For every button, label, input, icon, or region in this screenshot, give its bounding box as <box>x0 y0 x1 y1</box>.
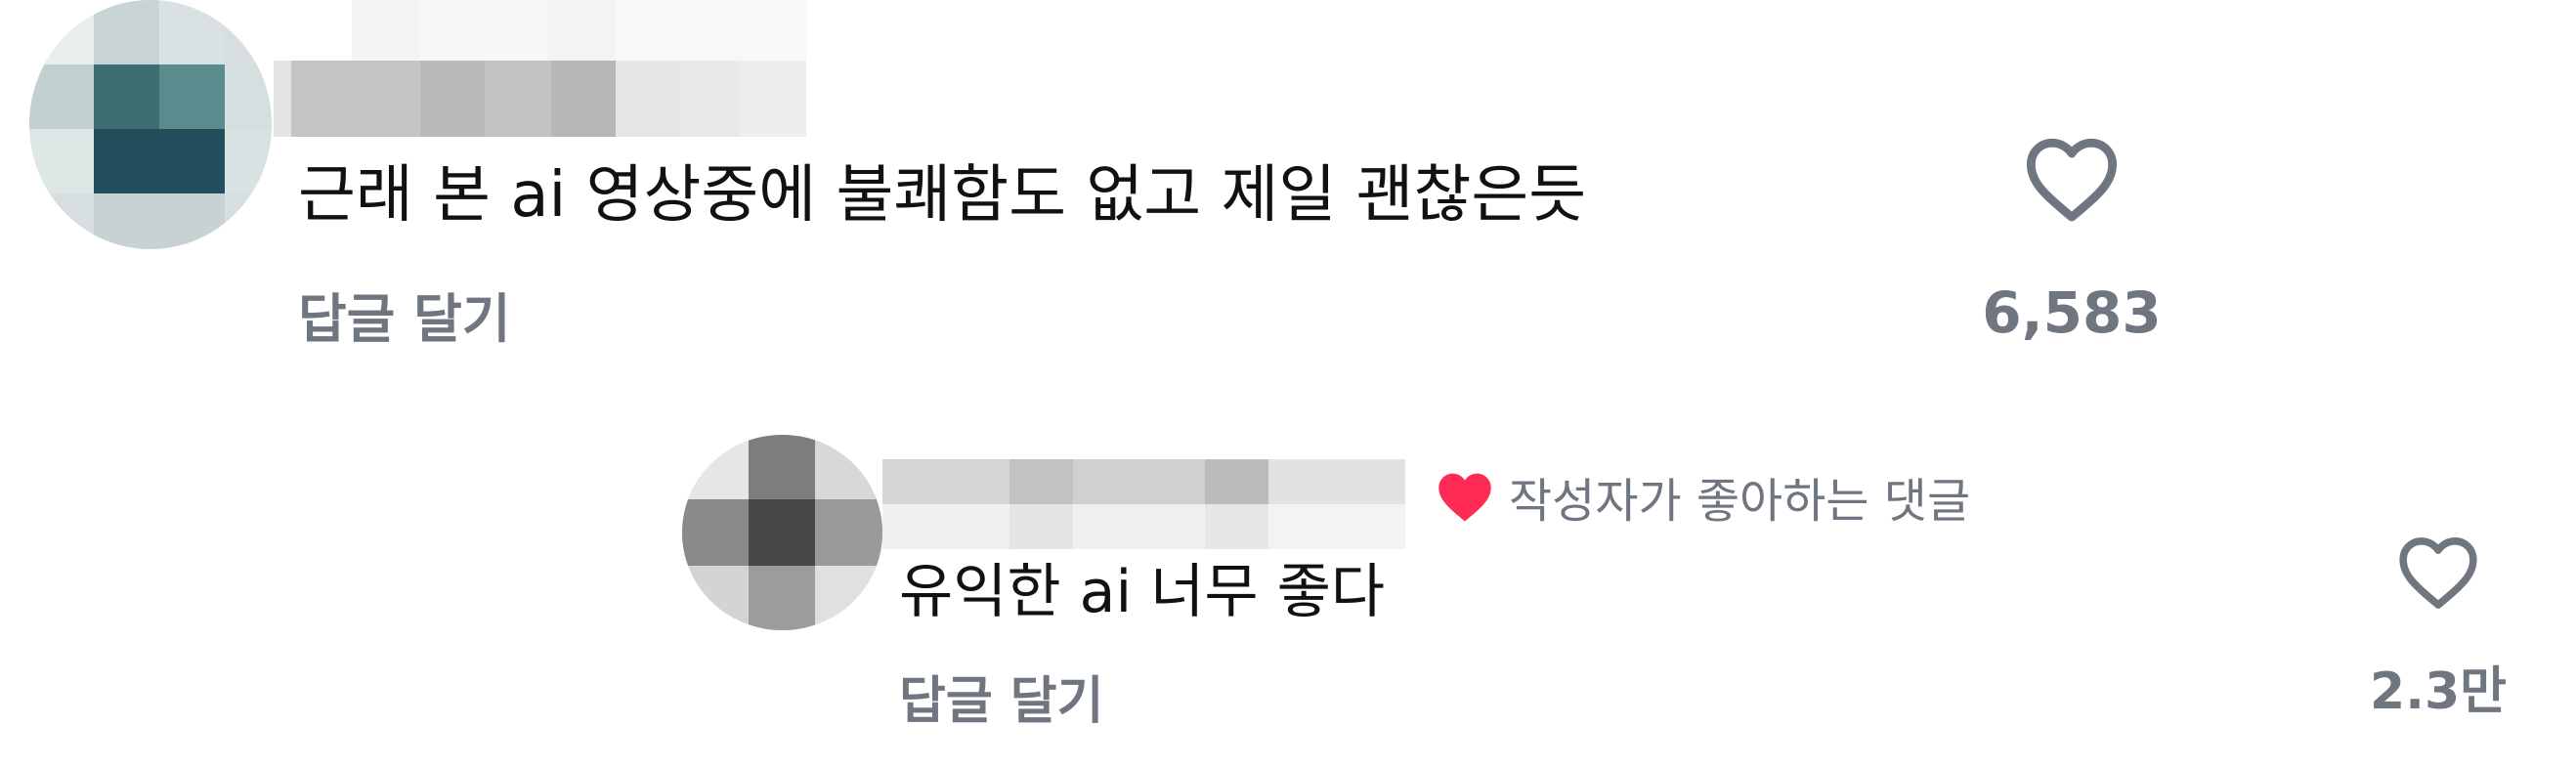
creator-liked-badge: 작성자가 좋아하는 댓글 <box>1435 467 1970 529</box>
like-button[interactable] <box>2023 132 2121 225</box>
reply-like-count: 2.3만 <box>2370 662 2507 721</box>
reply-text: 유익한 ai 너무 좋다 <box>899 558 1386 626</box>
like-count: 6,583 <box>1982 279 2162 346</box>
reply-avatar[interactable] <box>682 435 882 630</box>
reply-username[interactable] <box>882 459 1405 549</box>
username-blur-top <box>352 0 806 61</box>
heart-filled-icon <box>1438 473 1491 522</box>
heart-outline-icon <box>2026 138 2118 222</box>
comment-text: 근래 본 ai 영상중에 불쾌함도 없고 제일 괜찮은듯 <box>298 159 1587 232</box>
reply-button[interactable]: 답글 달기 <box>298 285 511 354</box>
reply-like-button[interactable] <box>2396 533 2480 611</box>
avatar[interactable] <box>29 0 272 249</box>
heart-outline-icon <box>2399 537 2477 609</box>
username[interactable] <box>274 61 806 137</box>
reply-reply-button[interactable]: 답글 달기 <box>899 669 1103 734</box>
creator-liked-label: 작성자가 좋아하는 댓글 <box>1509 474 1971 529</box>
